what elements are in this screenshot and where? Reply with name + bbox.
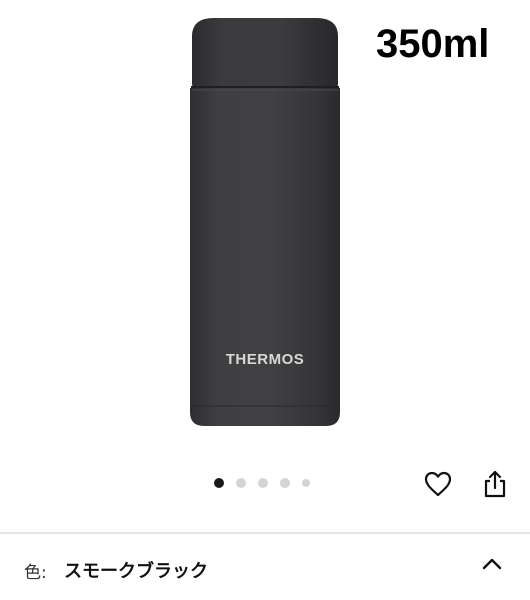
color-selector[interactable]: 色: スモークブラック (0, 534, 530, 600)
carousel-dot[interactable] (236, 478, 246, 488)
capacity-label: 350ml (376, 22, 490, 66)
carousel-dot[interactable] (214, 478, 224, 488)
heart-icon (424, 471, 452, 497)
carousel-dot[interactable] (302, 479, 310, 487)
color-label: 色: (24, 563, 47, 583)
chevron-up-icon (482, 558, 502, 570)
favorite-button[interactable] (422, 468, 454, 500)
color-value: スモークブラック (64, 561, 208, 582)
bottle-cap (192, 18, 338, 88)
collapse-button[interactable] (478, 550, 506, 578)
product-image: THERMOS (190, 18, 340, 426)
bottle-body (190, 88, 340, 426)
share-button[interactable] (479, 468, 511, 500)
image-carousel-indicator[interactable] (214, 478, 322, 488)
share-icon (484, 470, 506, 498)
bottle-brand-logo: THERMOS (226, 351, 305, 368)
carousel-dot[interactable] (280, 478, 290, 488)
carousel-dot[interactable] (258, 478, 268, 488)
product-detail-page: THERMOS 350ml 色: スモークブラック (0, 0, 530, 600)
